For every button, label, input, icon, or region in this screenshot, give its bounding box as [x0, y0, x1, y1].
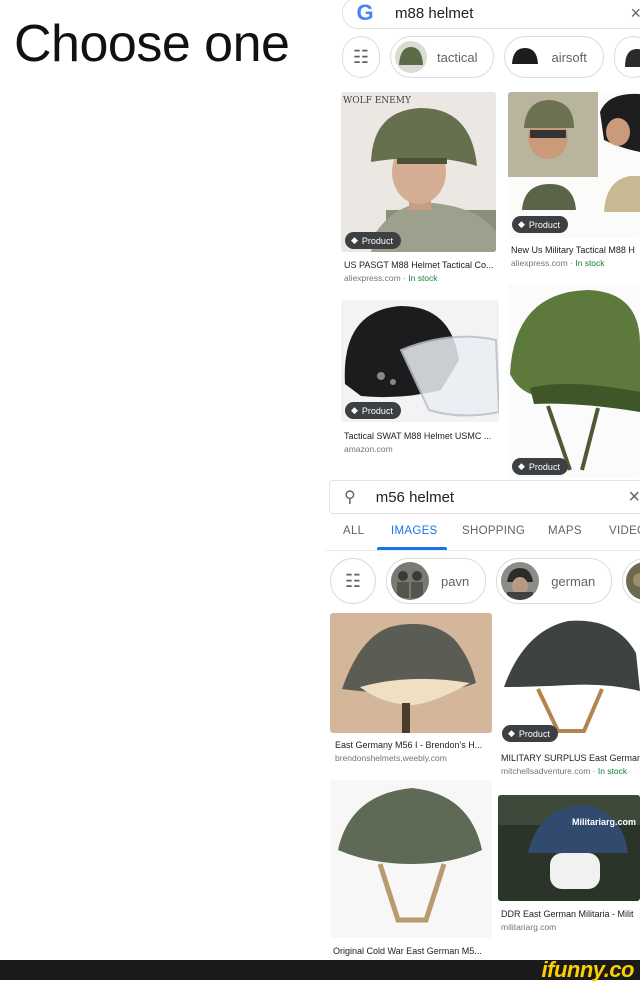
chip-pavn[interactable]: pavn	[386, 558, 487, 604]
search-icon: ⚲	[344, 489, 356, 506]
result-title[interactable]: US PASGT M88 Helmet Tactical Co...	[344, 260, 494, 270]
chip-label: airsoft	[551, 49, 587, 65]
chip-label: german	[551, 573, 596, 589]
result-card[interactable]: ◆ Product	[508, 284, 640, 478]
search-bar[interactable]: ⚲ m56 helmet ×	[329, 480, 640, 514]
filter-chips: ☷ pavn german	[330, 558, 640, 604]
chip-airsoft[interactable]: airsoft	[504, 36, 604, 78]
tune-icon: ☷	[344, 570, 362, 591]
result-image	[330, 613, 492, 733]
tag-icon: ◆	[351, 405, 358, 415]
chip-label: pavn	[441, 573, 470, 589]
result-source: militariarg.com	[501, 922, 557, 932]
result-card[interactable]: East Germany M56 I - Brendon's H... bren…	[330, 613, 492, 773]
google-logo: G	[356, 0, 374, 25]
result-card[interactable]: Militariarg.com DDR East German Militari…	[498, 795, 640, 940]
result-title[interactable]: Tactical SWAT M88 Helmet USMC ...	[344, 431, 491, 441]
result-title[interactable]: MILITARY SURPLUS East German	[501, 753, 640, 763]
tune-chip[interactable]: ☷	[342, 36, 380, 78]
filter-chips: ☷ tactical airsoft	[342, 36, 640, 78]
m88-search-panel: G m88 helmet × ☷ tactical airsoft WOLF E…	[325, 0, 640, 478]
search-query[interactable]: m88 helmet	[395, 5, 473, 22]
result-card[interactable]: WOLF ENEMY ◆ Product US PASGT M88 Helmet …	[341, 92, 496, 292]
chip-tactical[interactable]: tactical	[390, 36, 495, 78]
footer-bar: ifunny.co	[0, 957, 640, 982]
chip-thumbnail	[626, 562, 640, 600]
result-card[interactable]: Original Cold War East German M5...	[330, 780, 492, 960]
tab-maps[interactable]: MAPS	[548, 525, 582, 537]
chip-thumbnail	[617, 41, 640, 73]
search-bar[interactable]: G m88 helmet ×	[342, 0, 640, 29]
m56-search-panel: ⚲ m56 helmet × ALL IMAGES SHOPPING MAPS …	[325, 478, 640, 960]
tune-chip[interactable]: ☷	[330, 558, 376, 604]
tab-shopping[interactable]: SHOPPING	[462, 525, 525, 537]
chip-thumbnail	[501, 562, 540, 600]
result-image: ◆ Product	[508, 92, 640, 238]
result-card[interactable]: ◆ Product Tactical SWAT M88 Helmet USMC .…	[341, 300, 499, 470]
tab-images[interactable]: IMAGES	[391, 525, 438, 537]
product-badge: ◆ Product	[502, 725, 558, 742]
product-badge: ◆ Product	[345, 402, 401, 419]
chip-more[interactable]	[613, 36, 640, 78]
result-title[interactable]: DDR East German Militaria - Milit	[501, 909, 634, 919]
meme-heading: Choose one	[14, 15, 290, 73]
result-source: brendonshelmets.weebly.com	[335, 753, 447, 763]
search-query[interactable]: m56 helmet	[376, 489, 454, 506]
tune-icon: ☷	[352, 46, 370, 67]
product-badge: ◆ Product	[345, 232, 401, 249]
result-source: mitchellsadventure.com · In stock	[501, 766, 628, 776]
tab-all[interactable]: ALL	[343, 525, 364, 537]
chip-label: tactical	[437, 49, 478, 65]
result-source: amazon.com	[344, 444, 393, 454]
result-image: ◆ Product	[498, 613, 640, 745]
chip-thumbnail	[391, 562, 429, 600]
brand-logo: ifunny.co	[541, 957, 635, 982]
result-source: aliexpress.com · In stock	[344, 273, 438, 283]
tag-icon: ◆	[508, 728, 515, 738]
clear-icon[interactable]: ×	[628, 486, 640, 509]
result-card[interactable]: ◆ Product New Us Military Tactical M88 H …	[508, 92, 640, 282]
result-image: Militariarg.com	[498, 795, 640, 901]
result-title[interactable]: New Us Military Tactical M88 H	[511, 245, 635, 255]
tag-icon: ◆	[518, 219, 525, 229]
chip-thumbnail	[395, 41, 427, 73]
result-image: ◆ Product	[341, 300, 499, 422]
clear-icon[interactable]: ×	[630, 3, 640, 24]
result-source: aliexpress.com · In stock	[511, 258, 605, 268]
watermark: WOLF ENEMY	[343, 96, 411, 106]
watermark: Militariarg.com	[571, 817, 636, 827]
chip-more[interactable]	[622, 558, 640, 604]
result-title[interactable]: East Germany M56 I - Brendon's H...	[335, 740, 482, 750]
product-badge: ◆ Product	[512, 458, 568, 475]
result-title[interactable]: Original Cold War East German M5...	[333, 946, 482, 956]
tab-videos[interactable]: VIDEO	[609, 525, 640, 537]
result-image	[330, 780, 492, 938]
tag-icon: ◆	[351, 235, 358, 245]
tag-icon: ◆	[518, 461, 525, 471]
result-image: ◆ Product	[508, 284, 640, 478]
search-tabs: ALL IMAGES SHOPPING MAPS VIDEO	[325, 520, 640, 551]
result-image: WOLF ENEMY ◆ Product	[341, 92, 496, 252]
chip-thumbnail	[509, 41, 542, 73]
result-card[interactable]: ◆ Product MILITARY SURPLUS East German mi…	[498, 613, 640, 778]
active-tab-indicator	[377, 547, 447, 550]
chip-german[interactable]: german	[496, 558, 613, 604]
product-badge: ◆ Product	[512, 216, 568, 233]
